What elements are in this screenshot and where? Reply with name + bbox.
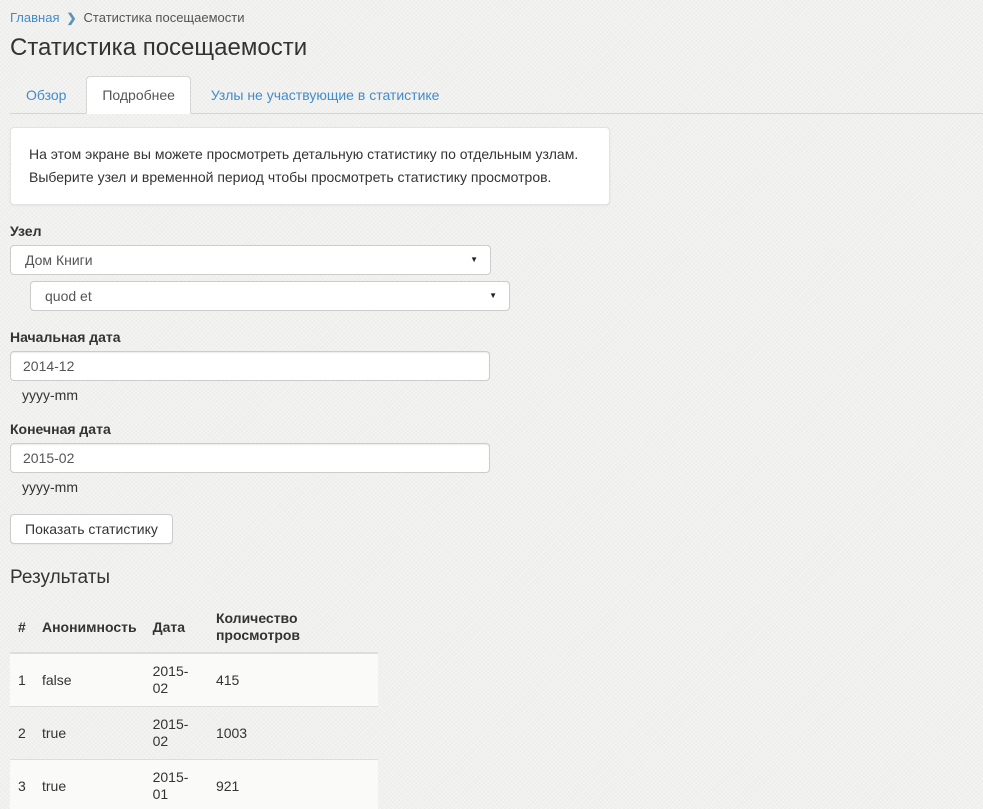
caret-down-icon: ▼ — [470, 256, 478, 264]
child-node-select[interactable]: quod et ▼ — [30, 281, 510, 311]
cell-views: 921 — [208, 760, 378, 809]
child-node-select-value: quod et — [45, 288, 92, 304]
col-header-date: Дата — [145, 602, 208, 653]
col-header-views: Количество просмотров — [208, 602, 378, 653]
start-date-label: Начальная дата — [10, 329, 973, 345]
cell-anonymity: true — [34, 707, 145, 760]
info-well: На этом экране вы можете просмотреть дет… — [10, 127, 610, 205]
table-header-row: # Анонимность Дата Количество просмотров — [10, 602, 378, 653]
page-title: Статистика посещаемости — [10, 34, 973, 62]
start-date-hint: yyyy-mm — [22, 387, 973, 403]
breadcrumb: Главная ❯ Статистика посещаемости — [10, 10, 973, 25]
results-table: # Анонимность Дата Количество просмотров… — [10, 602, 378, 809]
cell-date: 2015-02 — [145, 707, 208, 760]
tab-excluded-nodes: Узлы не участвующие в статистике — [195, 76, 456, 114]
tab-details-link[interactable]: Подробнее — [86, 76, 191, 114]
cell-index: 1 — [10, 653, 34, 707]
cell-index: 3 — [10, 760, 34, 809]
col-header-anonymity: Анонимность — [34, 602, 145, 653]
info-line-1: На этом экране вы можете просмотреть дет… — [29, 143, 591, 166]
node-label: Узел — [10, 223, 973, 239]
info-line-2: Выберите узел и временной период чтобы п… — [29, 166, 591, 189]
cell-date: 2015-02 — [145, 653, 208, 707]
breadcrumb-current: Статистика посещаемости — [84, 10, 245, 25]
tab-overview-link[interactable]: Обзор — [10, 76, 82, 114]
caret-down-icon: ▼ — [489, 292, 497, 300]
tab-excluded-nodes-link[interactable]: Узлы не участвующие в статистике — [195, 76, 456, 114]
table-row: 1 false 2015-02 415 — [10, 653, 378, 707]
chevron-right-icon: ❯ — [66, 12, 76, 24]
cell-views: 1003 — [208, 707, 378, 760]
cell-anonymity: false — [34, 653, 145, 707]
breadcrumb-home-link[interactable]: Главная — [10, 10, 59, 25]
node-select[interactable]: Дом Книги ▼ — [10, 245, 491, 275]
page: Главная ❯ Статистика посещаемости Статис… — [0, 0, 983, 809]
col-header-index: # — [10, 602, 34, 653]
end-date-input[interactable] — [10, 443, 490, 473]
cell-date: 2015-01 — [145, 760, 208, 809]
results-heading: Результаты — [10, 567, 973, 589]
cell-anonymity: true — [34, 760, 145, 809]
end-date-label: Конечная дата — [10, 421, 973, 437]
table-row: 2 true 2015-02 1003 — [10, 707, 378, 760]
table-row: 3 true 2015-01 921 — [10, 760, 378, 809]
show-statistics-button[interactable]: Показать статистику — [10, 514, 173, 544]
end-date-hint: yyyy-mm — [22, 479, 973, 495]
start-date-input[interactable] — [10, 351, 490, 381]
tab-details: Подробнее — [86, 76, 191, 114]
tabs: Обзор Подробнее Узлы не участвующие в ст… — [10, 76, 983, 114]
cell-index: 2 — [10, 707, 34, 760]
cell-views: 415 — [208, 653, 378, 707]
tab-overview: Обзор — [10, 76, 82, 114]
node-select-value: Дом Книги — [25, 252, 93, 268]
